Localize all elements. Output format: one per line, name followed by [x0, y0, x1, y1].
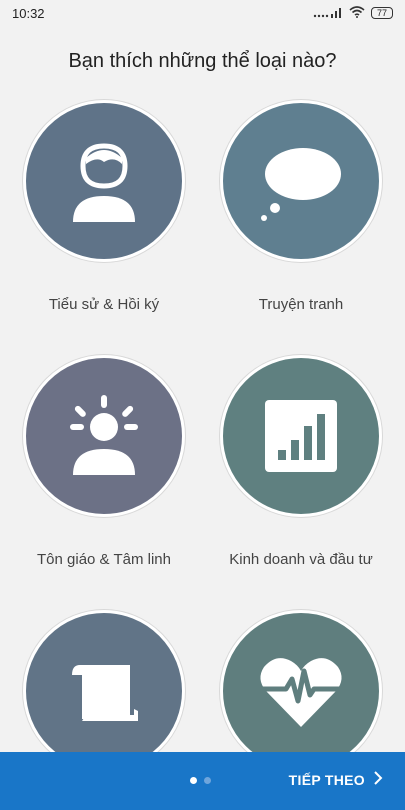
category-circle — [23, 355, 185, 517]
category-label: Tôn giáo & Tâm linh — [37, 551, 171, 568]
category-circle — [23, 100, 185, 262]
page-indicator — [190, 777, 211, 784]
category-tile-business[interactable]: Kinh doanh và đầu tư — [211, 355, 391, 568]
next-button[interactable]: TIẾP THEO — [289, 771, 383, 788]
category-circle — [220, 100, 382, 262]
category-tile-comics[interactable]: Truyện tranh — [211, 100, 391, 313]
heartbeat-icon — [260, 658, 342, 727]
page-dot-active — [190, 777, 197, 784]
bottom-bar: TIẾP THEO — [0, 752, 405, 810]
wifi-icon — [349, 5, 365, 21]
category-circle — [220, 355, 382, 517]
category-circle — [220, 610, 382, 772]
signal-icon — [313, 6, 343, 21]
status-bar: 10:32 77 — [0, 0, 405, 26]
scroll-icon — [72, 665, 138, 721]
speech-bubble-icon — [261, 148, 341, 221]
chevron-right-icon — [373, 771, 383, 788]
category-tile-biography[interactable]: Tiểu sử & Hồi ký — [14, 100, 194, 313]
status-icons: 77 — [313, 5, 393, 21]
next-button-label: TIẾP THEO — [288, 771, 365, 788]
page-title: Bạn thích những thể loại nào? — [68, 50, 337, 72]
battery-icon: 77 — [370, 7, 393, 19]
category-label: Kinh doanh và đầu tư — [229, 551, 373, 568]
status-time: 10:32 — [12, 5, 45, 21]
category-label: Truyện tranh — [258, 296, 344, 313]
category-circle — [23, 610, 185, 772]
category-label: Tiểu sử & Hồi ký — [48, 296, 160, 313]
sunrise-person-icon — [70, 395, 138, 475]
page-dot-inactive — [204, 777, 211, 784]
person-icon — [73, 143, 135, 222]
category-tile-religion[interactable]: Tôn giáo & Tâm linh — [14, 355, 194, 568]
bar-chart-icon — [265, 400, 337, 472]
